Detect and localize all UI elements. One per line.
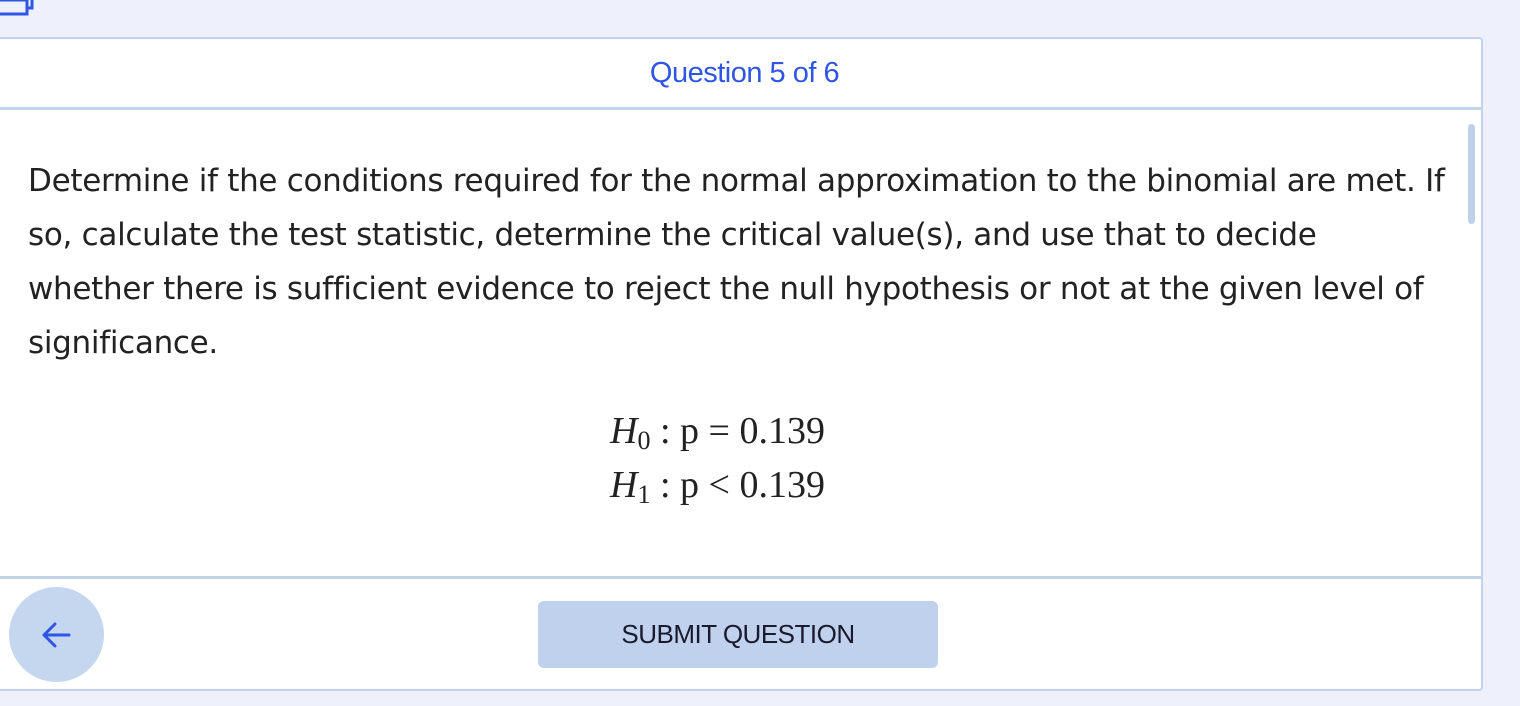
hypothesis-subscript: 1 [637,480,651,509]
hypothesis-relation: : p = 0.139 [659,410,825,452]
hypothesis-symbol: H [610,410,638,452]
card-header: Question 5 of 6 [0,39,1481,110]
back-button[interactable] [9,587,104,682]
window-icon [0,0,34,16]
hypothesis-subscript: 0 [637,426,651,455]
question-counter: Question 5 of 6 [649,56,840,89]
arrow-left-icon [42,622,70,647]
hypotheses: H0 : p = 0.139 H1 : p < 0.139 [610,404,825,512]
hypothesis-symbol: H [610,464,638,506]
hypothesis-relation: : p < 0.139 [659,464,825,506]
question-prompt: Determine if the conditions required for… [28,163,1445,361]
question-card: Question 5 of 6 Determine if the conditi… [0,37,1483,691]
alternative-hypothesis: H1 : p < 0.139 [610,458,825,512]
null-hypothesis: H0 : p = 0.139 [610,404,825,458]
question-body[interactable]: Determine if the conditions required for… [0,110,1481,576]
card-footer: SUBMIT QUESTION [0,576,1481,689]
submit-question-button[interactable]: SUBMIT QUESTION [538,601,938,668]
scrollbar-thumb[interactable] [1468,124,1475,224]
